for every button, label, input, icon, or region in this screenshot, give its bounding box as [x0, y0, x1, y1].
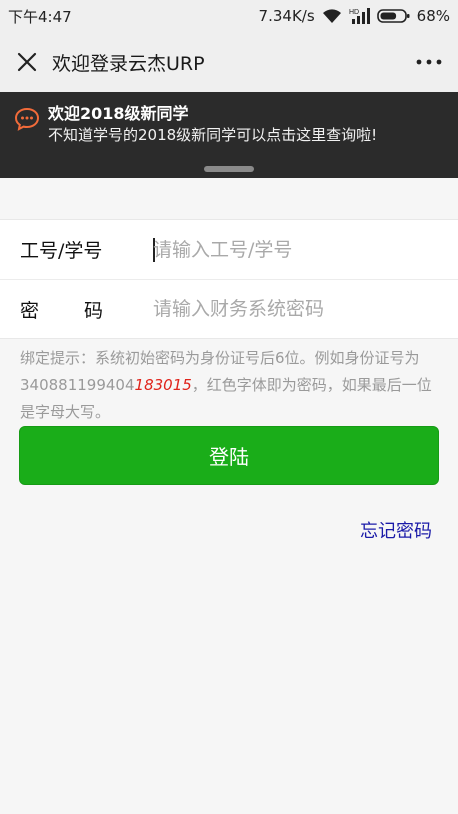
page-title: 欢迎登录云杰URP	[52, 52, 205, 75]
notice-title: 欢迎2018级新同学	[48, 104, 189, 123]
more-icon[interactable]	[414, 49, 444, 75]
forgot-password-link[interactable]: 忘记密码	[360, 517, 432, 543]
username-label: 工号/学号	[20, 240, 103, 262]
battery-fill	[380, 12, 396, 20]
login-button[interactable]: 登陆	[19, 426, 439, 485]
status-bar: 下午4:47 7.34K/s HD 68%	[0, 0, 458, 32]
username-input[interactable]	[153, 238, 438, 261]
wifi-icon	[321, 8, 343, 24]
username-row: 工号/学号	[0, 220, 458, 279]
notice-drag-handle[interactable]	[204, 166, 254, 172]
binding-hint: 绑定提示：系统初始密码为身份证号后6位。例如身份证号为3408811994041…	[0, 339, 458, 426]
chat-bubble-icon	[14, 106, 40, 132]
battery-percent: 68%	[416, 7, 450, 25]
password-label-char-1: 密	[20, 299, 40, 322]
signal-hd-label: HD	[349, 9, 359, 16]
hint-highlight: 183015	[134, 376, 192, 394]
close-icon[interactable]	[14, 49, 40, 75]
status-time: 下午4:47	[8, 7, 72, 26]
nav-bar: 欢迎登录云杰URP	[0, 32, 458, 92]
password-label-char-2: 码	[84, 299, 104, 322]
status-right: 7.34K/s HD 68%	[259, 7, 450, 25]
password-label: 密 码	[20, 296, 153, 323]
password-input[interactable]	[153, 298, 438, 320]
login-form: 工号/学号 密 码	[0, 219, 458, 339]
password-row: 密 码	[0, 279, 458, 338]
forgot-row: 忘记密码	[0, 485, 458, 543]
network-speed: 7.34K/s	[258, 7, 315, 25]
notice-desc: 不知道学号的2018级新同学可以点击这里查询啦!	[48, 126, 378, 144]
signal-icon: HD	[349, 7, 371, 25]
notice-banner[interactable]: 欢迎2018级新同学 不知道学号的2018级新同学可以点击这里查询啦!	[0, 92, 458, 178]
battery-icon	[376, 8, 411, 24]
